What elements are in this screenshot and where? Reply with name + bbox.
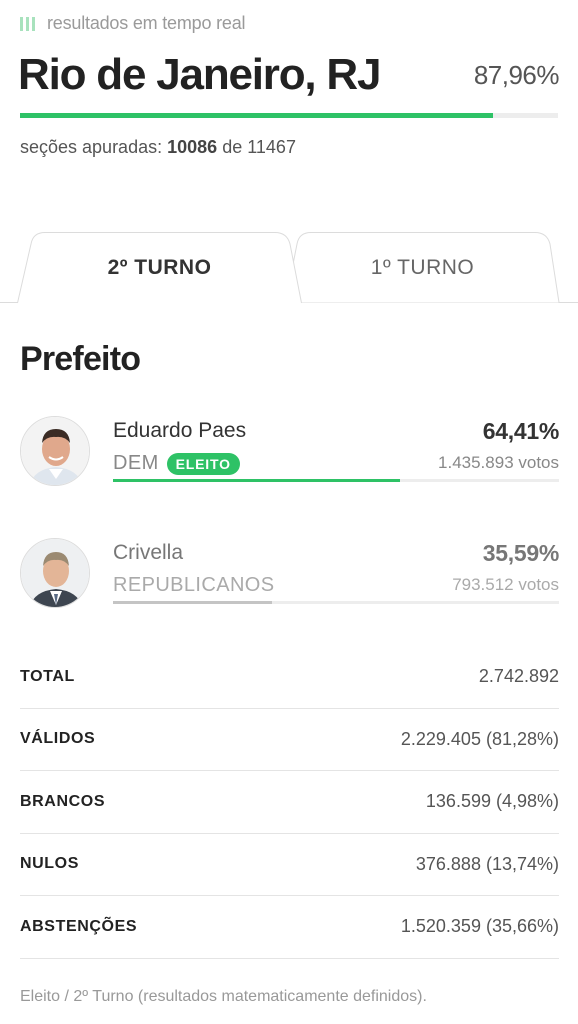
candidate-votes: 1.435.893 votos bbox=[438, 453, 559, 472]
page-title: Rio de Janeiro, RJ bbox=[18, 50, 381, 99]
live-indicator: resultados em tempo real bbox=[20, 13, 246, 34]
tab-first-round-label: 1º TURNO bbox=[370, 256, 475, 279]
abstentions-value: 1.520.359 (35,66%) bbox=[400, 916, 559, 937]
candidate-name: Eduardo Paes bbox=[113, 419, 247, 442]
total-value: 2.742.892 bbox=[478, 666, 559, 687]
candidate-vote-bar bbox=[113, 601, 559, 604]
blank-label: BRANCOS bbox=[20, 792, 106, 810]
valid-value: 2.229.405 (81,28%) bbox=[400, 728, 559, 749]
person-photo-icon bbox=[21, 539, 89, 607]
table-row: VÁLIDOS 2.229.405 (81,28%) bbox=[20, 709, 559, 771]
valid-label: VÁLIDOS bbox=[20, 730, 96, 748]
candidate-avatar bbox=[20, 416, 90, 486]
percent-counted: 87,96% bbox=[473, 60, 560, 90]
counting-progress-fill bbox=[20, 113, 494, 118]
party-label: REPUBLICANOS bbox=[113, 574, 275, 596]
sections-total-value: 11467 bbox=[247, 137, 296, 157]
table-row: TOTAL 2.742.892 bbox=[20, 646, 559, 709]
null-label: NULOS bbox=[20, 855, 79, 873]
candidate-percent: 35,59% bbox=[482, 540, 560, 566]
elected-badge: ELEITO bbox=[166, 452, 240, 475]
footnote: Eleito / 2º Turno (resultados matematica… bbox=[20, 988, 427, 1005]
tab-second-round-label: 2º TURNO bbox=[107, 256, 212, 279]
sections-counted-value: 10086 bbox=[167, 137, 218, 157]
tab-second-round[interactable]: 2º TURNO bbox=[17, 232, 302, 304]
totals-table: TOTAL 2.742.892 VÁLIDOS 2.229.405 (81,28… bbox=[20, 646, 559, 959]
candidate-percent: 64,41% bbox=[482, 418, 560, 444]
tab-first-round[interactable]: 1º TURNO bbox=[285, 232, 560, 303]
blank-value: 136.599 (4,98%) bbox=[425, 791, 559, 812]
live-bars-icon bbox=[20, 16, 35, 31]
candidate-vote-bar-fill bbox=[113, 601, 272, 604]
candidate-party: DEM ELEITO bbox=[113, 452, 240, 475]
null-value: 376.888 (13,74%) bbox=[415, 853, 559, 874]
office-title: Prefeito bbox=[20, 340, 141, 378]
candidate-row[interactable]: Eduardo Paes DEM ELEITO 64,41% 1.435.893… bbox=[0, 410, 578, 510]
party-label: DEM bbox=[113, 452, 159, 474]
candidate-name: Crivella bbox=[113, 541, 184, 564]
table-row: ABSTENÇÕES 1.520.359 (35,66%) bbox=[20, 896, 559, 959]
candidate-vote-bar bbox=[113, 479, 559, 482]
sections-prefix: seções apuradas: bbox=[20, 137, 163, 157]
live-label: resultados em tempo real bbox=[47, 13, 246, 33]
table-row: BRANCOS 136.599 (4,98%) bbox=[20, 771, 559, 834]
table-row: NULOS 376.888 (13,74%) bbox=[20, 834, 559, 896]
abstentions-label: ABSTENÇÕES bbox=[20, 917, 138, 935]
candidate-avatar bbox=[20, 538, 90, 608]
candidate-row[interactable]: Crivella REPUBLICANOS 35,59% 793.512 vot… bbox=[0, 532, 578, 632]
sections-counted: seções apuradas: 10086 de 11467 bbox=[20, 137, 296, 158]
counting-progress-bar bbox=[20, 113, 558, 118]
total-label: TOTAL bbox=[20, 667, 75, 685]
candidate-party: REPUBLICANOS bbox=[113, 574, 275, 597]
person-photo-icon bbox=[21, 417, 89, 485]
sections-of: de bbox=[222, 137, 243, 157]
candidate-vote-bar-fill bbox=[113, 479, 401, 482]
candidate-votes: 793.512 votos bbox=[452, 575, 559, 594]
